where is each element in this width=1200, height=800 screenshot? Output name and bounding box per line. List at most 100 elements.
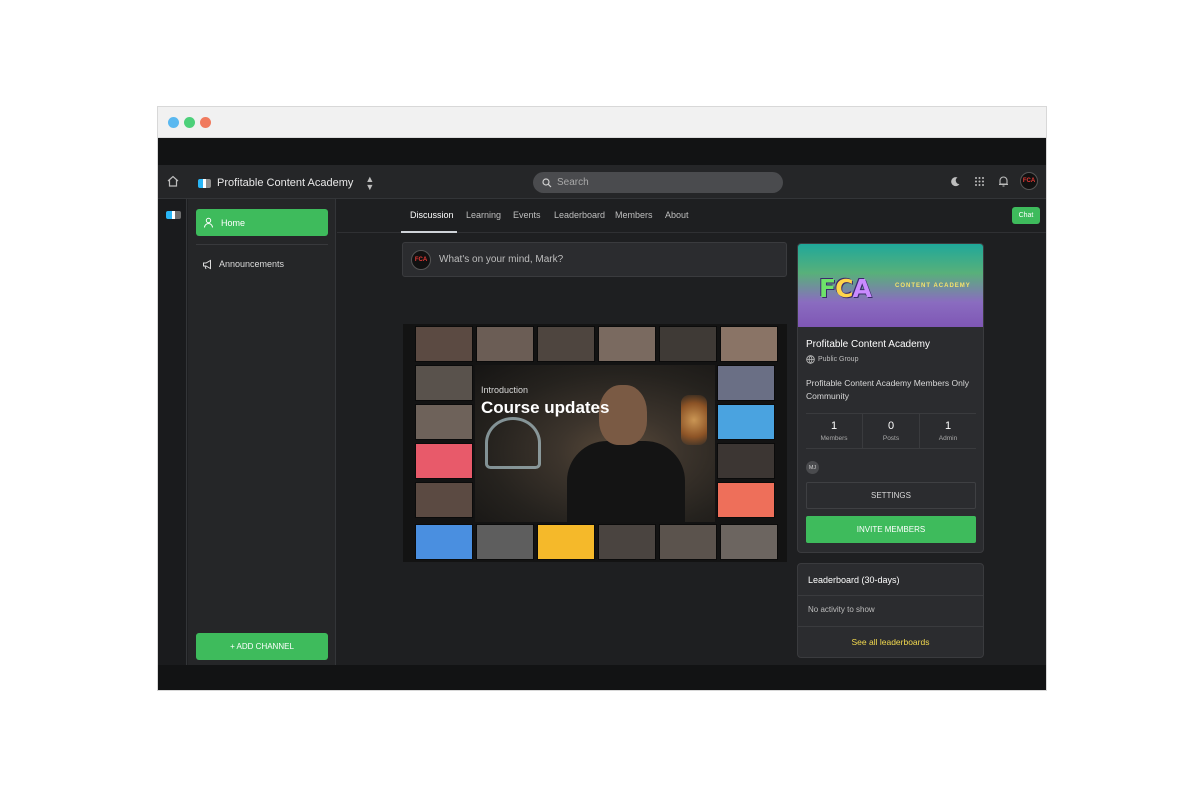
user-avatar[interactable]: FCA — [1020, 172, 1038, 190]
window-titlebar — [158, 107, 1046, 138]
megaphone-icon — [203, 259, 211, 269]
participant-tile — [717, 404, 775, 440]
group-banner: FCA CONTENT ACADEMY — [798, 244, 983, 327]
search-icon — [542, 177, 552, 187]
tab-discussion[interactable]: Discussion — [410, 210, 454, 220]
group-stats: 1 Members 0 Posts 1 Admin — [806, 413, 976, 449]
stat-admin: 1 Admin — [920, 414, 976, 448]
participant-tile — [717, 443, 775, 479]
stat-value: 1 — [830, 420, 838, 432]
community-name: Profitable Content Academy — [217, 177, 354, 189]
participant-tile — [598, 524, 656, 560]
app-root: Profitable Content Academy ▲▼ FCA — [158, 165, 1046, 665]
participant-tile — [537, 524, 595, 560]
tab-events[interactable]: Events — [513, 210, 541, 220]
tab-members[interactable]: Members — [615, 210, 653, 220]
chevron-updown-icon: ▲ ▼ — [365, 174, 375, 192]
group-description: Profitable Content Academy Members Only … — [806, 378, 969, 401]
post-composer[interactable]: FCA What's on your mind, Mark? — [402, 242, 787, 277]
participant-tile — [598, 326, 656, 362]
apps-grid-icon[interactable] — [972, 174, 986, 188]
video-kicker: Introduction — [481, 385, 529, 395]
participant-tile — [415, 326, 473, 362]
stat-value: 1 — [944, 420, 952, 432]
letterbox-top — [158, 138, 1046, 165]
community-logo — [198, 178, 211, 188]
participant-tile — [537, 326, 595, 362]
ar-logo-watermark — [485, 417, 541, 469]
top-header: Profitable Content Academy ▲▼ FCA — [158, 165, 1046, 199]
tab-leaderboard[interactable]: Leaderboard — [554, 210, 605, 220]
header-actions: FCA — [948, 172, 1038, 190]
participant-tile — [720, 524, 778, 560]
group-name: Profitable Content Academy — [806, 339, 930, 350]
divider — [798, 626, 983, 627]
stat-label: Members — [820, 435, 848, 442]
participant-tile — [415, 404, 473, 440]
stat-value: 0 — [887, 420, 895, 432]
group-type: Public Group — [806, 355, 858, 364]
search-input[interactable] — [557, 177, 757, 188]
composer-avatar: FCA — [411, 249, 431, 270]
participant-tile — [659, 524, 717, 560]
main-video-frame: Introduction Course updates — [475, 365, 715, 522]
see-all-leaderboards-link[interactable]: See all leaderboards — [798, 637, 983, 647]
video-title: Course updates — [481, 398, 610, 417]
participant-tile — [659, 326, 717, 362]
search-bar[interactable] — [533, 172, 783, 193]
community-tabs: Discussion Learning Events Leaderboard M… — [337, 199, 1046, 233]
background-lamp — [681, 395, 707, 445]
participant-tile — [720, 326, 778, 362]
sidebar-divider — [196, 244, 328, 245]
leaderboard-title: Leaderboard (30-days) — [808, 575, 900, 585]
globe-icon — [806, 355, 815, 364]
dark-mode-icon[interactable] — [948, 174, 962, 188]
participant-tile — [476, 524, 534, 560]
participant-tile — [476, 326, 534, 362]
group-type-label: Public Group — [818, 356, 859, 363]
bell-icon[interactable] — [996, 174, 1010, 188]
participant-tile — [415, 482, 473, 518]
stat-members: 1 Members — [806, 414, 863, 448]
add-channel-button[interactable]: + ADD CHANNEL — [196, 633, 328, 660]
participant-tile — [717, 365, 775, 401]
participant-tile — [415, 365, 473, 401]
community-rail-logo[interactable] — [166, 211, 181, 219]
stat-label: Admin — [938, 435, 958, 442]
tab-about[interactable]: About — [665, 210, 689, 220]
divider — [798, 595, 983, 596]
group-info-card: FCA CONTENT ACADEMY Profitable Content A… — [797, 243, 984, 553]
fca-logo: FCA — [819, 274, 872, 303]
home-icon[interactable] — [166, 174, 180, 188]
composer-prompt[interactable]: What's on your mind, Mark? — [439, 254, 563, 265]
user-icon — [204, 217, 213, 228]
participant-tile — [717, 482, 775, 518]
tab-learning[interactable]: Learning — [466, 210, 501, 220]
presenter-body — [567, 441, 685, 522]
community-switcher[interactable]: Profitable Content Academy ▲ ▼ — [198, 174, 375, 192]
welcome-video[interactable]: Introduction Course updates — [403, 324, 787, 562]
active-tab-indicator — [401, 231, 457, 233]
browser-window: Profitable Content Academy ▲▼ FCA — [157, 106, 1047, 691]
sidebar-item-announcements[interactable]: Announcements — [196, 253, 328, 275]
chat-button[interactable]: Chat — [1012, 207, 1040, 224]
invite-members-button[interactable]: INVITE MEMBERS — [806, 516, 976, 543]
banner-subtitle: CONTENT ACADEMY — [895, 283, 971, 289]
stat-posts: 0 Posts — [863, 414, 920, 448]
letterbox-bottom — [158, 665, 1046, 690]
window-control-2[interactable] — [184, 117, 195, 128]
leaderboard-card: Leaderboard (30-days) No activity to sho… — [797, 563, 984, 658]
participant-tile — [415, 443, 473, 479]
admin-avatar[interactable]: MJ — [806, 461, 819, 474]
settings-button[interactable]: SETTINGS — [806, 482, 976, 509]
stat-label: Posts — [882, 435, 900, 442]
window-control-3[interactable] — [200, 117, 211, 128]
leaderboard-empty-text: No activity to show — [808, 605, 875, 614]
sidebar-item-label: Announcements — [219, 259, 285, 269]
sidebar-item-home[interactable]: Home — [196, 209, 328, 236]
sidebar-item-label: Home — [221, 217, 246, 228]
community-rail — [158, 199, 187, 665]
channel-sidebar: Home Announcements + ADD CHANNEL — [188, 199, 336, 665]
participant-tile — [415, 524, 473, 560]
window-control-1[interactable] — [168, 117, 179, 128]
